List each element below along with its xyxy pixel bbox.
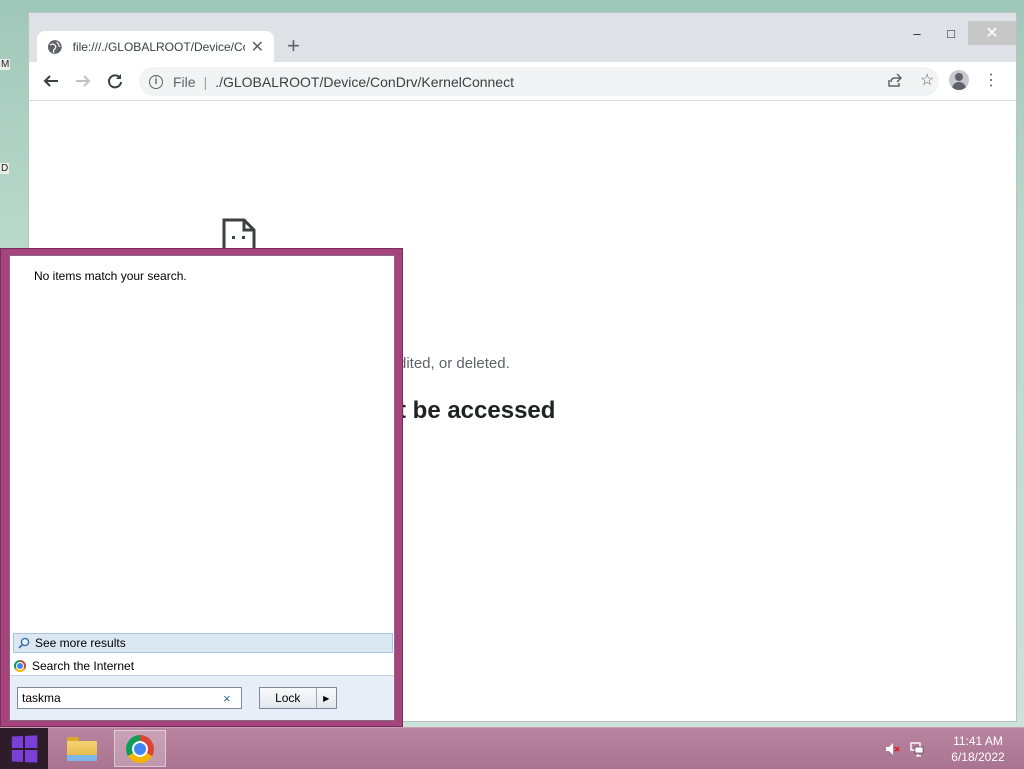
forward-arrow-icon[interactable] [73,71,93,91]
clock-time: 11:41 AM [953,733,1003,748]
avatar-icon [949,70,969,90]
tab-title: file:///./GLOBALROOT/Device/ConDrv/Kerne… [72,39,245,54]
lock-button[interactable]: Lock [260,688,317,708]
start-search-input[interactable] [18,690,219,706]
clock-date: 6/18/2022 [951,749,1005,764]
desktop-icon-label-2: D [0,163,10,174]
chrome-icon [14,660,26,672]
start-menu-footer: × Lock ▶ [10,675,394,720]
start-menu-results-pane: No items match your search. See more res… [9,255,395,721]
windows-logo-icon [11,734,38,763]
back-arrow-icon[interactable] [41,71,61,91]
bookmark-star-icon[interactable]: ☆ [914,67,940,93]
profile-avatar[interactable] [946,67,972,93]
url-text: ./GLOBALROOT/Device/ConDrv/KernelConnect [215,73,514,90]
globe-icon [47,39,62,54]
system-tray: 11:41 AM 6/18/2022 [884,728,1024,769]
window-controls: – □ ✕ [900,21,1016,45]
info-icon[interactable]: i [149,74,163,89]
start-button[interactable] [0,728,48,769]
maximize-button[interactable]: □ [934,21,968,45]
omnibox-separator: | [203,73,208,90]
taskbar-file-explorer[interactable] [56,730,108,767]
tab-close-icon[interactable]: ✕ [251,37,264,57]
desktop-icon-label-1: M [0,59,11,70]
browser-titlebar: file:///./GLOBALROOT/Device/ConDrv/Kerne… [29,13,1016,62]
taskbar-chrome[interactable] [114,730,166,767]
clear-search-icon[interactable]: × [223,691,231,706]
lock-button-group: Lock ▶ [259,687,337,709]
network-icon[interactable] [908,740,926,758]
folder-icon [67,736,97,761]
close-window-button[interactable]: ✕ [968,21,1016,45]
reload-icon[interactable] [105,71,125,91]
minimize-button[interactable]: – [900,21,934,45]
chrome-icon [126,734,154,763]
clock[interactable]: 11:41 AM 6/18/2022 [932,733,1024,765]
toolbar-actions: ☆ ⋮ [882,67,1004,93]
search-internet-label: Search the Internet [32,659,135,673]
menu-kebab-icon[interactable]: ⋮ [978,67,1004,93]
search-internet-item[interactable]: Search the Internet [14,657,134,675]
see-more-results-item[interactable]: See more results [13,633,393,653]
magnifier-icon [18,637,30,649]
address-bar[interactable]: i File | ./GLOBALROOT/Device/ConDrv/Kern… [139,67,939,96]
power-options-arrow-icon[interactable]: ▶ [317,694,336,703]
start-search-box: × [17,687,242,709]
error-subtitle: dited, or deleted. [398,355,510,372]
volume-muted-icon[interactable] [884,740,902,758]
see-more-results-label: See more results [35,636,126,650]
browser-tab[interactable]: file:///./GLOBALROOT/Device/ConDrv/Kerne… [37,31,274,62]
browser-toolbar: i File | ./GLOBALROOT/Device/ConDrv/Kern… [29,62,1016,101]
no-results-text: No items match your search. [34,269,187,283]
error-title: t be accessed [398,397,556,424]
start-menu: No items match your search. See more res… [0,248,403,727]
scheme-label: File [173,73,196,90]
taskbar: 11:41 AM 6/18/2022 [0,727,1024,769]
share-icon[interactable] [882,67,908,93]
new-tab-button[interactable]: + [287,35,300,57]
